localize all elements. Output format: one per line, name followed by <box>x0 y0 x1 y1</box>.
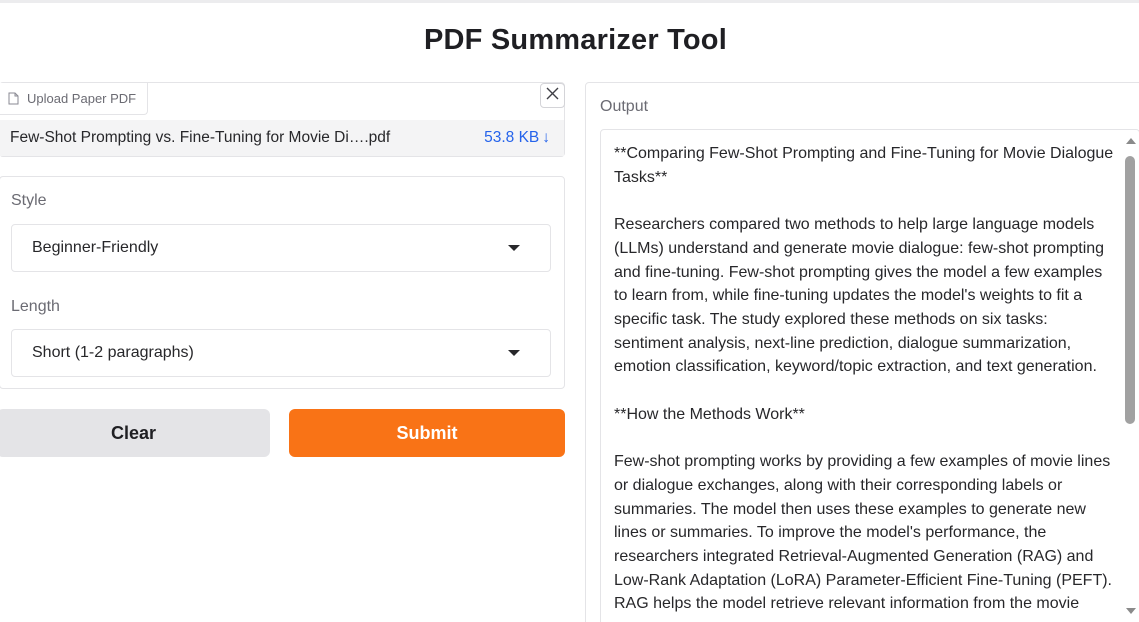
file-icon <box>8 92 19 105</box>
file-name: Few-Shot Prompting vs. Fine-Tuning for M… <box>10 129 391 146</box>
output-scrollbar[interactable] <box>1121 130 1139 622</box>
remove-file-button[interactable] <box>540 83 565 108</box>
close-icon <box>546 87 559 105</box>
upload-label-tab: Upload Paper PDF <box>0 83 149 115</box>
submit-button[interactable]: Submit <box>289 409 565 457</box>
style-dropdown[interactable]: Beginner-Friendly <box>11 224 551 272</box>
chevron-down-icon <box>508 245 520 251</box>
style-label: Style <box>11 192 47 209</box>
scrollbar-thumb[interactable] <box>1125 156 1135 424</box>
clear-button[interactable]: Clear <box>0 409 270 457</box>
length-dropdown[interactable]: Short (1-2 paragraphs) <box>11 329 551 377</box>
settings-panel: Style Beginner-Friendly Length Short (1-… <box>0 176 565 389</box>
scroll-up-arrow-icon[interactable] <box>1126 138 1136 144</box>
output-label: Output <box>600 98 649 115</box>
length-label: Length <box>11 298 60 315</box>
download-arrow-icon: ↓ <box>542 129 550 146</box>
length-value: Short (1-2 paragraphs) <box>32 344 194 361</box>
file-upload-panel[interactable]: Upload Paper PDF Few-Shot Prompting vs. … <box>0 82 565 157</box>
file-download-link[interactable]: 53.8 KB ↓ <box>484 129 550 147</box>
top-border <box>0 0 1139 3</box>
output-textbox[interactable]: **Comparing Few-Shot Prompting and Fine-… <box>600 129 1139 622</box>
output-panel: Output **Comparing Few-Shot Prompting an… <box>585 82 1139 622</box>
chevron-down-icon <box>508 350 520 356</box>
style-value: Beginner-Friendly <box>32 239 159 256</box>
upload-label-text: Upload Paper PDF <box>27 91 137 106</box>
page-title: PDF Summarizer Tool <box>424 24 727 56</box>
file-size: 53.8 KB <box>484 129 540 146</box>
scroll-down-arrow-icon[interactable] <box>1126 608 1136 614</box>
uploaded-file-row: Few-Shot Prompting vs. Fine-Tuning for M… <box>0 120 564 156</box>
output-text: **Comparing Few-Shot Prompting and Fine-… <box>614 145 1114 613</box>
